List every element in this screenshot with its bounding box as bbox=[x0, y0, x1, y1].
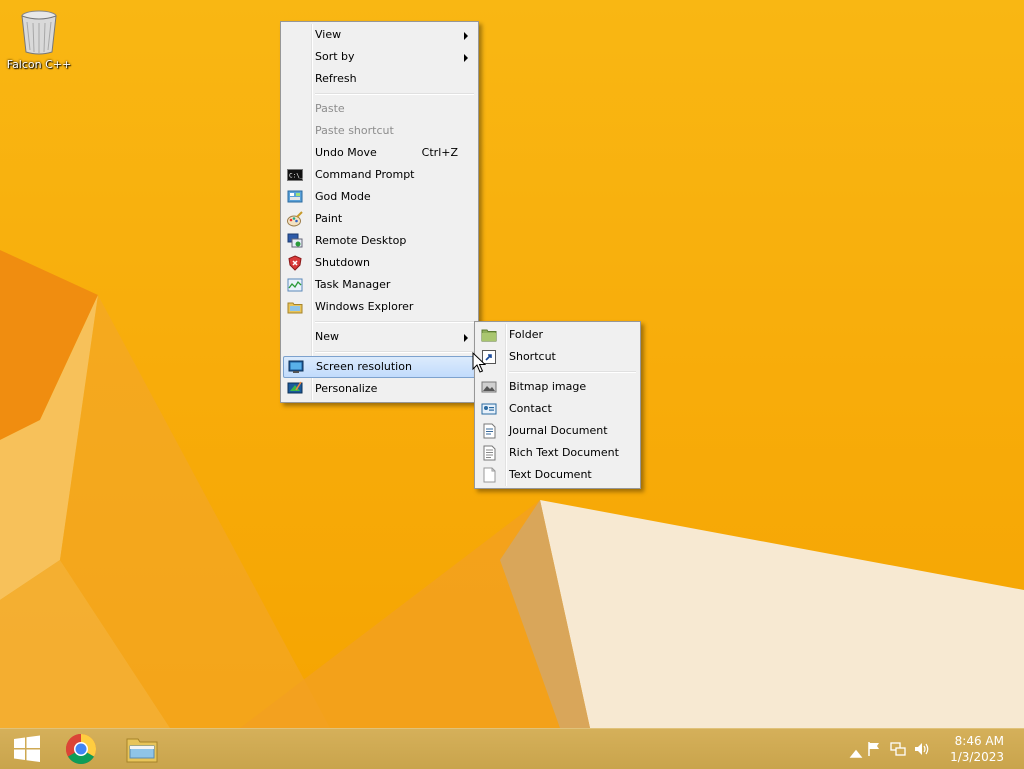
desktop-icon-label: Falcon C++ bbox=[6, 58, 72, 71]
new-item-folder[interactable]: Folder bbox=[477, 324, 638, 346]
menu-item-label: Refresh bbox=[315, 72, 357, 85]
volume-icon[interactable] bbox=[914, 741, 930, 757]
submenu-arrow-icon bbox=[464, 334, 468, 342]
rich-text-document-icon bbox=[483, 445, 496, 461]
menu-item-label: Command Prompt bbox=[315, 168, 415, 181]
text-document-icon bbox=[483, 467, 496, 483]
start-icon bbox=[14, 735, 40, 762]
menu-item-paste-shortcut: Paste shortcut bbox=[283, 120, 476, 142]
menu-item-label: Shutdown bbox=[315, 256, 370, 269]
menu-item-view[interactable]: View bbox=[283, 24, 476, 46]
menu-item-label: Folder bbox=[509, 328, 543, 341]
menu-item-paste: Paste bbox=[283, 98, 476, 120]
menu-item-screen-resolution[interactable]: Screen resolution bbox=[283, 356, 476, 378]
screen-resolution-icon bbox=[288, 360, 304, 373]
desktop-icon-falcon[interactable]: Falcon C++ bbox=[6, 8, 72, 71]
new-item-bitmap-image[interactable]: Bitmap image bbox=[477, 376, 638, 398]
task-manager-icon bbox=[287, 278, 303, 292]
menu-item-label: Windows Explorer bbox=[315, 300, 414, 313]
control-panel-icon bbox=[287, 190, 303, 203]
menu-item-label: God Mode bbox=[315, 190, 371, 203]
taskbar-chrome[interactable] bbox=[54, 729, 108, 769]
menu-item-shortcut: Ctrl+Z bbox=[421, 146, 458, 159]
menu-item-label: Paste bbox=[315, 102, 345, 115]
menu-item-label: Shortcut bbox=[509, 350, 556, 363]
clock-date: 1/3/2023 bbox=[950, 750, 1004, 764]
menu-item-label: Text Document bbox=[509, 468, 592, 481]
desktop-context-menu: View Sort by Refresh Paste Paste shortcu… bbox=[280, 21, 479, 403]
clock[interactable]: 8:46 AM 1/3/2023 bbox=[950, 733, 1004, 765]
menu-item-refresh[interactable]: Refresh bbox=[283, 68, 476, 90]
taskbar-file-explorer[interactable] bbox=[115, 729, 169, 769]
folder-explorer-icon bbox=[287, 302, 303, 314]
menu-item-undo-move[interactable]: Undo Move Ctrl+Z bbox=[283, 142, 476, 164]
menu-item-god-mode[interactable]: God Mode bbox=[283, 186, 476, 208]
journal-document-icon bbox=[483, 423, 496, 439]
network-icon[interactable] bbox=[890, 741, 906, 757]
menu-item-label: Task Manager bbox=[315, 278, 391, 291]
submenu-arrow-icon bbox=[464, 32, 468, 40]
menu-item-task-manager[interactable]: Task Manager bbox=[283, 274, 476, 296]
new-item-text-document[interactable]: Text Document bbox=[477, 464, 638, 486]
new-submenu: Folder Shortcut Bitmap image Contact Jou… bbox=[474, 321, 641, 489]
new-item-contact[interactable]: Contact bbox=[477, 398, 638, 420]
menu-item-label: Sort by bbox=[315, 50, 355, 63]
menu-item-label: Contact bbox=[509, 402, 552, 415]
svg-text:C:\_: C:\_ bbox=[289, 173, 303, 180]
menu-separator bbox=[509, 371, 636, 373]
menu-item-label: Personalize bbox=[315, 382, 378, 395]
action-center-flag-icon[interactable] bbox=[866, 741, 882, 757]
start-button[interactable] bbox=[0, 729, 54, 769]
bitmap-image-icon bbox=[481, 381, 497, 393]
show-hidden-icons-chevron-icon[interactable] bbox=[848, 745, 864, 761]
submenu-arrow-icon bbox=[464, 54, 468, 62]
folder-icon bbox=[481, 329, 497, 342]
menu-item-label: Journal Document bbox=[509, 424, 608, 437]
shutdown-shield-icon bbox=[288, 255, 302, 271]
taskbar: 8:46 AM 1/3/2023 bbox=[0, 728, 1024, 769]
menu-item-label: Undo Move bbox=[315, 146, 377, 159]
menu-item-label: View bbox=[315, 28, 342, 41]
menu-item-windows-explorer[interactable]: Windows Explorer bbox=[283, 296, 476, 318]
menu-item-command-prompt[interactable]: C:\_ Command Prompt bbox=[283, 164, 476, 186]
menu-item-label: Remote Desktop bbox=[315, 234, 407, 247]
menu-item-personalize[interactable]: Personalize bbox=[283, 378, 476, 400]
contact-card-icon bbox=[481, 403, 497, 415]
menu-item-new[interactable]: New bbox=[283, 326, 476, 348]
menu-separator bbox=[315, 351, 474, 353]
chrome-icon bbox=[65, 734, 97, 765]
command-prompt-icon: C:\_ bbox=[287, 169, 303, 181]
menu-item-label: Rich Text Document bbox=[509, 446, 619, 459]
menu-separator bbox=[315, 321, 474, 323]
menu-item-remote-desktop[interactable]: Remote Desktop bbox=[283, 230, 476, 252]
remote-desktop-icon bbox=[287, 233, 303, 248]
menu-separator bbox=[315, 93, 474, 95]
recycle-bin-icon bbox=[19, 8, 59, 56]
clock-time: 8:46 AM bbox=[954, 734, 1004, 748]
system-tray: 8:46 AM 1/3/2023 bbox=[824, 729, 1024, 769]
new-item-rich-text-document[interactable]: Rich Text Document bbox=[477, 442, 638, 464]
file-explorer-icon bbox=[126, 738, 158, 763]
mouse-cursor-icon bbox=[472, 352, 486, 373]
menu-item-label: Paint bbox=[315, 212, 343, 225]
menu-item-paint[interactable]: Paint bbox=[283, 208, 476, 230]
menu-item-label: New bbox=[315, 330, 339, 343]
new-item-shortcut[interactable]: Shortcut bbox=[477, 346, 638, 368]
personalize-icon bbox=[287, 381, 303, 394]
paint-palette-icon bbox=[287, 211, 303, 227]
menu-item-sort-by[interactable]: Sort by bbox=[283, 46, 476, 68]
menu-item-label: Bitmap image bbox=[509, 380, 587, 393]
menu-item-label: Screen resolution bbox=[316, 360, 412, 373]
menu-item-label: Paste shortcut bbox=[315, 124, 394, 137]
menu-item-shutdown[interactable]: Shutdown bbox=[283, 252, 476, 274]
new-item-journal-document[interactable]: Journal Document bbox=[477, 420, 638, 442]
